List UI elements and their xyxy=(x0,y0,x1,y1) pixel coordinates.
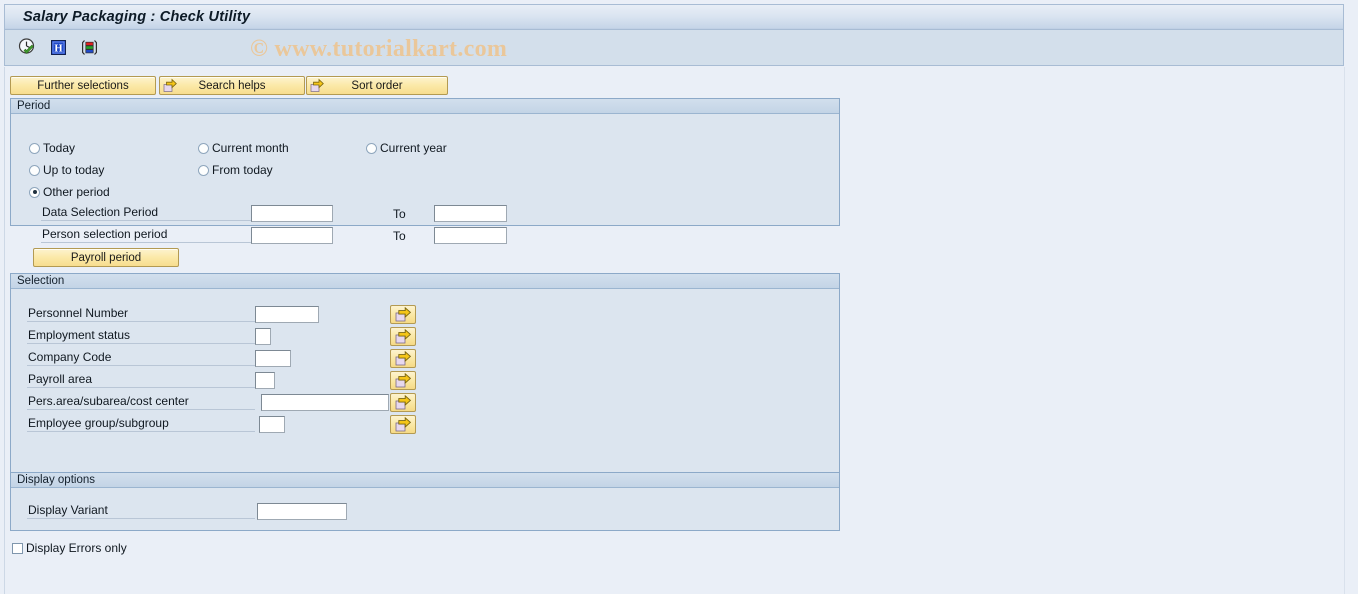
person-selection-period-from-input[interactable] xyxy=(251,227,333,244)
employee-group-subgroup-input[interactable] xyxy=(259,416,285,433)
employee-group-subgroup-label: Employee group/subgroup xyxy=(27,415,255,432)
sort-order-button[interactable]: Sort order xyxy=(306,76,448,95)
radio-current-year-label: Current year xyxy=(380,141,447,155)
data-selection-period-from-input[interactable] xyxy=(251,205,333,222)
sort-order-label: Sort order xyxy=(351,79,403,92)
further-selections-button[interactable]: Further selections xyxy=(10,76,156,95)
payroll-area-input[interactable] xyxy=(255,372,275,389)
person-selection-period-to-input[interactable] xyxy=(434,227,507,244)
period-group: Period Today Current month Current year xyxy=(10,98,840,267)
personnel-number-label: Personnel Number xyxy=(27,305,255,322)
watermark-text: © www.tutorialkart.com xyxy=(250,36,508,62)
multiple-selection-arrow-icon xyxy=(395,373,411,388)
person-selection-period-to-label: To xyxy=(393,229,406,243)
display-variant-input[interactable] xyxy=(257,503,347,520)
radio-up-to-today-label: Up to today xyxy=(43,163,105,177)
display-options-group-body: Display Variant xyxy=(11,489,839,530)
display-options-group: Display options Display Variant xyxy=(10,472,840,531)
radio-current-year[interactable]: Current year xyxy=(366,141,447,155)
display-errors-only-label: Display Errors only xyxy=(26,541,127,555)
radio-today-indicator xyxy=(29,142,40,154)
multiple-selection-arrow-icon xyxy=(395,307,411,322)
variant-stripes-icon[interactable] xyxy=(77,36,101,58)
radio-from-today-label: From today xyxy=(212,163,273,177)
radio-today[interactable]: Today xyxy=(29,141,75,155)
radio-current-month-indicator xyxy=(198,142,209,154)
multiple-selection-arrow-icon xyxy=(395,395,411,410)
multiple-selection-arrow-icon xyxy=(395,351,411,366)
personnel-number-input[interactable] xyxy=(255,306,319,323)
radio-from-today-indicator xyxy=(198,164,209,176)
employment-status-multi-select-button[interactable] xyxy=(390,327,416,346)
company-code-multi-select-button[interactable] xyxy=(390,349,416,368)
application-toolbar: H xyxy=(4,30,1344,66)
multiple-selection-arrow-icon xyxy=(395,417,411,432)
radio-current-month-label: Current month xyxy=(212,141,289,155)
employment-status-label: Employment status xyxy=(27,327,255,344)
pers-area-subarea-cost-center-label: Pers.area/subarea/cost center xyxy=(27,393,255,410)
arrow-right-icon xyxy=(163,78,178,96)
info-help-icon-glyph: H xyxy=(50,39,66,55)
display-errors-only-checkbox[interactable] xyxy=(12,542,23,554)
further-selections-label: Further selections xyxy=(37,79,129,92)
pers-area-multi-select-button[interactable] xyxy=(390,393,416,412)
search-helps-label: Search helps xyxy=(198,79,266,92)
payroll-period-label: Payroll period xyxy=(70,251,142,264)
search-helps-button[interactable]: Search helps xyxy=(159,76,305,95)
selection-group-header: Selection xyxy=(11,274,839,289)
payroll-period-button[interactable]: Payroll period xyxy=(33,248,179,267)
period-group-title: Period xyxy=(17,100,51,112)
data-selection-period-to-label: To xyxy=(393,207,406,221)
variant-stripes-icon-glyph xyxy=(81,39,97,55)
selection-group-title: Selection xyxy=(17,275,65,287)
company-code-label: Company Code xyxy=(27,349,255,366)
execute-clock-icon[interactable] xyxy=(15,36,39,58)
employment-status-input[interactable] xyxy=(255,328,271,345)
pers-area-subarea-cost-center-input[interactable] xyxy=(261,394,389,411)
display-options-group-header: Display options xyxy=(11,473,839,488)
arrow-right-icon xyxy=(310,78,325,96)
employee-group-multi-select-button[interactable] xyxy=(390,415,416,434)
payroll-area-multi-select-button[interactable] xyxy=(390,371,416,390)
display-variant-label: Display Variant xyxy=(27,502,255,519)
payroll-area-label: Payroll area xyxy=(27,371,255,388)
radio-other-period-indicator xyxy=(29,186,40,198)
radio-from-today[interactable]: From today xyxy=(198,163,273,177)
period-group-header: Period xyxy=(11,99,839,114)
window-title-bar: Salary Packaging : Check Utility xyxy=(4,4,1344,30)
info-help-icon[interactable]: H xyxy=(46,36,70,58)
radio-current-month[interactable]: Current month xyxy=(198,141,289,155)
data-selection-period-to-input[interactable] xyxy=(434,205,507,222)
multiple-selection-arrow-icon xyxy=(395,329,411,344)
svg-text:H: H xyxy=(54,43,62,54)
toolbar-icon-group: H xyxy=(15,36,101,58)
radio-up-to-today[interactable]: Up to today xyxy=(29,163,104,177)
page-title: Salary Packaging : Check Utility xyxy=(23,9,251,25)
period-group-body: Today Current month Current year Up to t… xyxy=(11,115,839,267)
personnel-number-multi-select-button[interactable] xyxy=(390,305,416,324)
selection-screen-canvas: Further selections Search helps Sort ord… xyxy=(0,67,1358,594)
radio-up-to-today-indicator xyxy=(29,164,40,176)
radio-other-period-label: Other period xyxy=(43,185,110,199)
execute-clock-icon-glyph xyxy=(18,38,35,54)
radio-today-label: Today xyxy=(43,141,76,155)
radio-current-year-indicator xyxy=(366,142,377,154)
sap-selection-screen: Salary Packaging : Check Utility H © www… xyxy=(0,0,1358,594)
company-code-input[interactable] xyxy=(255,350,291,367)
data-selection-period-label: Data Selection Period xyxy=(41,204,251,221)
person-selection-period-label: Person selection period xyxy=(41,226,251,243)
display-options-group-title: Display options xyxy=(17,474,95,486)
display-errors-only-checkbox-row[interactable]: Display Errors only xyxy=(12,541,127,555)
radio-other-period[interactable]: Other period xyxy=(29,185,110,199)
